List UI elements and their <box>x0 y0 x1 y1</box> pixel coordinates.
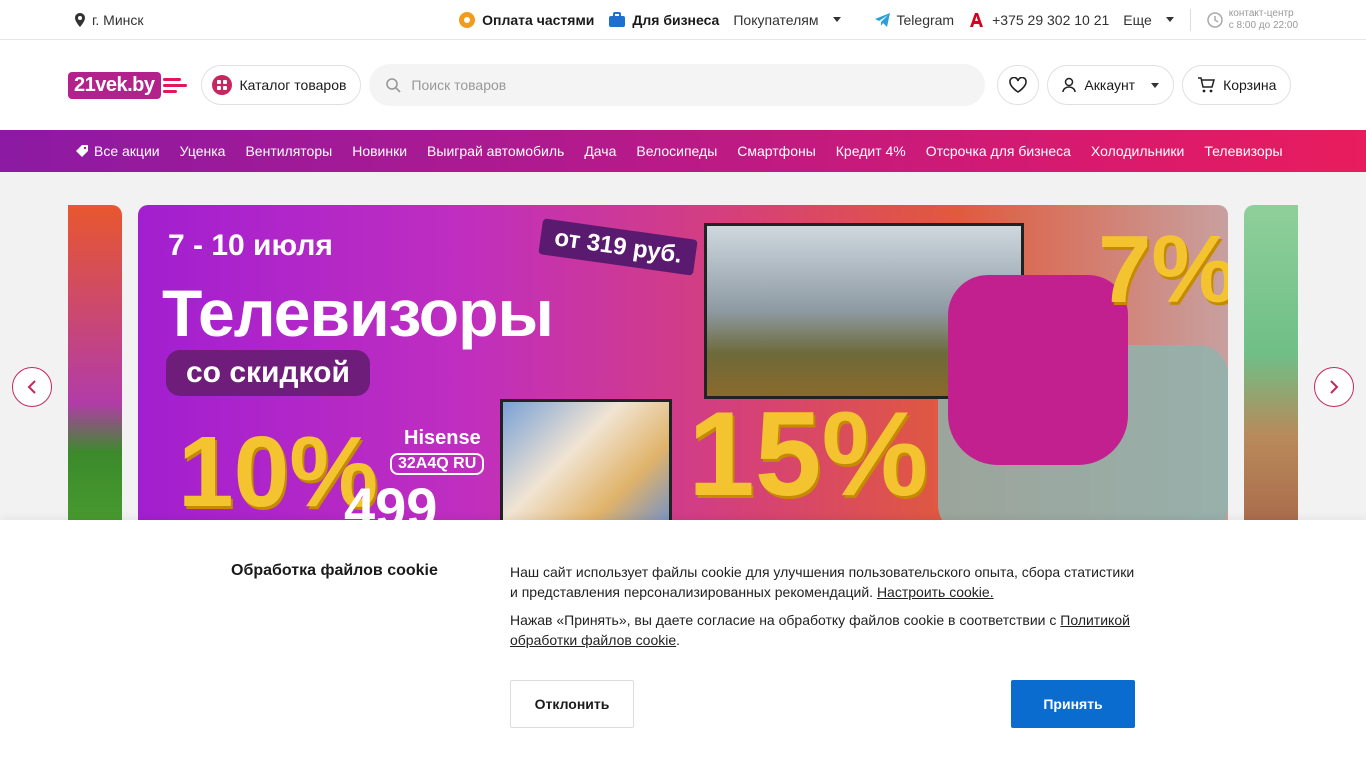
promo-nav-item[interactable]: Велосипеды <box>626 143 727 159</box>
promo-nav-item[interactable]: Уценка <box>170 143 236 159</box>
promo-nav-item[interactable]: Кредит 4% <box>826 143 916 159</box>
clock-icon <box>1207 11 1223 28</box>
site-logo[interactable]: 21vek.by <box>68 71 187 99</box>
logo-lines-icon <box>162 77 187 93</box>
location-pin-icon <box>75 12 85 27</box>
business-link[interactable]: Для бизнеса <box>608 11 720 28</box>
contact-hours: с 8:00 до 22:00 <box>1228 19 1298 31</box>
phone-link[interactable]: +375 29 302 10 21 <box>968 12 1109 28</box>
banner-subtitle: со скидкой <box>166 350 370 396</box>
banner-slide-tv-sale[interactable]: 10% 15% 7% 7 - 10 июля Телевизоры со ски… <box>138 205 1228 535</box>
promo-nav-item[interactable]: Дача <box>574 143 626 159</box>
banner-title: Телевизоры <box>162 276 554 350</box>
contact-title: контакт-центр <box>1228 7 1294 19</box>
search-input[interactable] <box>411 77 970 93</box>
tag-icon <box>76 145 88 157</box>
promo-nav-item[interactable]: Вентиляторы <box>235 143 342 159</box>
a1-operator-icon <box>970 12 984 27</box>
more-menu[interactable]: Еще <box>1123 12 1174 28</box>
catalog-button[interactable]: Каталог товаров <box>200 65 362 105</box>
cookie-text: Наш сайт использует файлы cookie для улу… <box>510 564 1135 648</box>
user-icon <box>1062 77 1077 93</box>
product-brand: Hisense <box>404 427 481 449</box>
telegram-icon <box>874 12 890 27</box>
chevron-left-icon <box>27 380 36 394</box>
briefcase-icon <box>609 11 626 27</box>
promo-nav-item[interactable]: Новинки <box>342 143 417 159</box>
promo-nav-item[interactable]: Смартфоны <box>727 143 826 159</box>
banner-price-from: от 319 руб. <box>538 218 699 276</box>
cart-button[interactable]: Корзина <box>1182 65 1292 105</box>
carousel-next-button[interactable] <box>1314 367 1354 407</box>
catalog-label: Каталог товаров <box>239 77 347 93</box>
cookie-text-1: Наш сайт использует файлы cookie для улу… <box>510 564 1135 600</box>
buyers-menu[interactable]: Покупателям <box>733 11 841 28</box>
promo-nav-item-all-deals[interactable]: Все акции <box>76 143 170 159</box>
cookie-title: Обработка файлов cookie <box>231 562 438 579</box>
contact-center: контакт-центр с 8:00 до 22:00 <box>1207 8 1298 32</box>
discount-badge: 7% <box>1098 216 1228 323</box>
banner-date: 7 - 10 июля <box>168 229 333 262</box>
installments-label: Оплата частями <box>482 11 595 28</box>
discount-badge: 15% <box>688 387 929 521</box>
banner-slide-next[interactable] <box>1244 205 1298 535</box>
city-selector[interactable]: г. Минск <box>74 12 144 28</box>
main-header: 21vek.by Каталог товаров Аккаунт Корзина <box>0 40 1366 130</box>
heart-icon <box>1009 77 1028 93</box>
product-model: 32A4Q RU <box>390 453 485 475</box>
search-bar <box>369 64 986 106</box>
cookie-consent-panel: Обработка файлов cookie Наш сайт использ… <box>0 520 1366 768</box>
telegram-label: Telegram <box>896 11 955 28</box>
search-icon <box>386 78 401 93</box>
promo-nav-item[interactable]: Выиграй автомобиль <box>417 143 574 159</box>
promo-nav-item[interactable]: Холодильники <box>1081 143 1194 159</box>
cart-icon <box>1198 77 1216 93</box>
cookie-text-2: Нажав «Принять», вы даете согласие на об… <box>510 612 1057 628</box>
chevron-down-icon <box>832 17 841 22</box>
business-label: Для бизнеса <box>632 11 720 28</box>
promo-nav-item[interactable]: Телевизоры <box>1194 143 1292 159</box>
decline-button[interactable]: Отклонить <box>510 680 634 728</box>
account-button[interactable]: Аккаунт <box>1047 65 1175 105</box>
tv-product-image <box>500 399 672 535</box>
promo-nav: Все акции Уценка Вентиляторы Новинки Выи… <box>0 130 1366 172</box>
grid-icon <box>211 75 232 95</box>
chevron-right-icon <box>1330 380 1339 394</box>
phone-number: +375 29 302 10 21 <box>992 11 1110 28</box>
carousel-prev-button[interactable] <box>12 367 52 407</box>
promo-nav-label: Все акции <box>94 143 160 159</box>
chevron-down-icon <box>1151 82 1160 88</box>
buyers-label: Покупателям <box>733 11 819 28</box>
more-label: Еще <box>1123 11 1152 28</box>
favorites-button[interactable] <box>997 65 1040 105</box>
telegram-link[interactable]: Telegram <box>874 11 955 28</box>
logo-text: 21vek.by <box>68 71 161 99</box>
promo-nav-item[interactable]: Отсрочка для бизнеса <box>916 143 1081 159</box>
cart-label: Корзина <box>1223 77 1277 93</box>
installments-link[interactable]: Оплата частями <box>458 11 594 29</box>
cookie-settings-link[interactable]: Настроить cookie. <box>877 584 994 600</box>
banner-slide-previous[interactable] <box>68 205 122 535</box>
divider <box>1189 8 1191 31</box>
city-label: г. Минск <box>92 11 144 28</box>
banner-carousel: 10% 15% 7% 7 - 10 июля Телевизоры со ски… <box>0 205 1366 535</box>
installments-icon <box>459 11 476 28</box>
accept-button[interactable]: Принять <box>1011 680 1135 728</box>
account-label: Аккаунт <box>1084 77 1136 93</box>
chevron-down-icon <box>1165 17 1174 22</box>
top-bar: г. Минск Оплата частями Для бизнеса Поку… <box>0 0 1366 40</box>
